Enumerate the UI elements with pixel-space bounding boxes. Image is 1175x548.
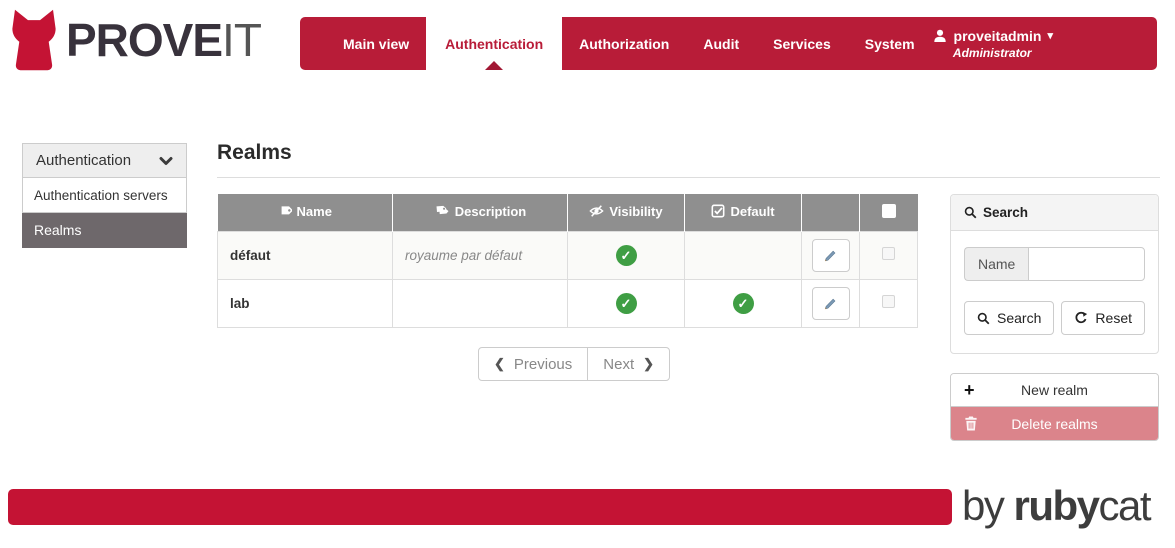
- row-checkbox[interactable]: [882, 295, 895, 308]
- chevron-right-icon: ❯: [643, 356, 654, 372]
- realm-description: royaume par défaut: [393, 231, 568, 279]
- table-row: lab ✓ ✓: [218, 279, 918, 327]
- nav-authentication[interactable]: Authentication: [426, 17, 562, 70]
- realm-actions-panel: + New realm Delete realms: [950, 373, 1159, 441]
- chevron-left-icon: ❮: [494, 356, 505, 372]
- rubycat-logo: by rubycat: [962, 482, 1150, 530]
- search-button[interactable]: Search: [964, 301, 1054, 335]
- column-header-description: Description: [393, 194, 568, 231]
- column-header-visibility: Visibility: [568, 194, 685, 231]
- user-menu[interactable]: proveitadmin ▾ Administrator: [932, 17, 1053, 70]
- realm-name: lab: [218, 279, 393, 327]
- caret-down-icon: ▾: [1047, 29, 1053, 42]
- edit-realm-button[interactable]: [812, 239, 850, 272]
- table-header-row: Name Description: [218, 194, 918, 231]
- trash-icon: [964, 416, 978, 431]
- main-navbar: Main view Authentication Authorization A…: [300, 17, 1157, 70]
- proveit-logo: PROVEIT: [8, 8, 261, 72]
- tags-icon: [434, 204, 450, 218]
- person-icon: [932, 28, 948, 44]
- name-field-label: Name: [964, 247, 1028, 281]
- realm-description: [393, 279, 568, 327]
- new-realm-button[interactable]: + New realm: [951, 374, 1158, 407]
- select-all-checkbox[interactable]: [882, 204, 896, 218]
- pencil-icon: [823, 248, 838, 263]
- chevron-down-icon: [159, 155, 173, 167]
- sidebar-item-authentication-servers[interactable]: Authentication servers: [22, 178, 187, 213]
- next-page-button[interactable]: Next ❯: [587, 347, 670, 381]
- column-header-edit: [802, 194, 860, 231]
- pagination: ❮ Previous Next ❯: [478, 347, 670, 381]
- nav-authorization[interactable]: Authorization: [562, 17, 686, 70]
- plus-icon: +: [964, 381, 975, 399]
- tag-icon: [278, 204, 292, 218]
- title-divider: [217, 177, 1160, 178]
- column-header-select-all: [860, 194, 918, 231]
- check-square-icon: [711, 204, 725, 218]
- page-title: Realms: [217, 141, 292, 165]
- realms-table: Name Description: [217, 194, 918, 328]
- footer-accent-bar: [8, 489, 952, 525]
- nav-system[interactable]: System: [848, 17, 932, 70]
- realm-name: défaut: [218, 231, 393, 279]
- search-panel: Search Name Search Reset: [950, 194, 1159, 354]
- nav-services[interactable]: Services: [756, 17, 848, 70]
- sidebar-header-authentication[interactable]: Authentication: [22, 143, 187, 178]
- name-search-input[interactable]: [1028, 247, 1145, 281]
- column-header-default: Default: [685, 194, 802, 231]
- previous-page-button[interactable]: ❮ Previous: [478, 347, 588, 381]
- sidebar-item-realms[interactable]: Realms: [22, 213, 187, 248]
- nav-audit[interactable]: Audit: [686, 17, 756, 70]
- table-row: défaut royaume par défaut ✓ ✓: [218, 231, 918, 279]
- delete-realms-button[interactable]: Delete realms: [951, 407, 1158, 440]
- default-check-icon: ✓: [733, 293, 754, 314]
- search-panel-header: Search: [951, 195, 1158, 231]
- visibility-check-icon: ✓: [616, 293, 637, 314]
- row-checkbox[interactable]: [882, 247, 895, 260]
- column-header-name: Name: [218, 194, 393, 231]
- low-vision-icon: [589, 204, 604, 218]
- user-name: proveitadmin: [954, 28, 1042, 44]
- refresh-icon: [1074, 311, 1088, 325]
- search-icon: [964, 206, 977, 219]
- reset-button[interactable]: Reset: [1061, 301, 1145, 335]
- logo-wordmark: PROVEIT: [66, 8, 261, 72]
- visibility-check-icon: ✓: [616, 245, 637, 266]
- search-icon: [977, 312, 990, 325]
- user-role: Administrator: [953, 46, 1032, 60]
- edit-realm-button[interactable]: [812, 287, 850, 320]
- cat-icon: [8, 8, 60, 72]
- nav-main-view[interactable]: Main view: [326, 17, 426, 70]
- pencil-icon: [823, 296, 838, 311]
- sidebar-authentication-menu: Authentication Authentication servers Re…: [22, 143, 187, 248]
